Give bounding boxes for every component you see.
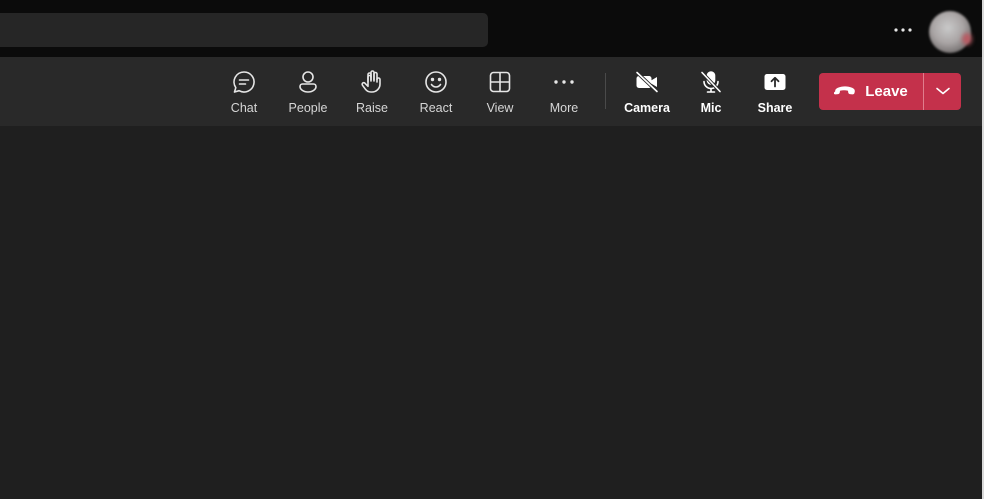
react-button[interactable]: React xyxy=(408,69,464,119)
ellipsis-icon[interactable] xyxy=(889,20,917,40)
people-label: People xyxy=(288,101,328,115)
share-label: Share xyxy=(757,101,793,115)
mic-label: Mic xyxy=(700,101,722,115)
leave-button-group: Leave xyxy=(819,73,961,110)
share-tray-icon xyxy=(762,69,788,95)
view-label: View xyxy=(486,101,514,115)
camera-label: Camera xyxy=(624,101,670,115)
grid-view-icon xyxy=(487,69,513,95)
react-label: React xyxy=(419,101,453,115)
chat-label: Chat xyxy=(230,101,258,115)
more-button[interactable]: More xyxy=(536,69,592,119)
share-button[interactable]: Share xyxy=(747,69,803,119)
raise-hand-button[interactable]: Raise xyxy=(344,69,400,119)
mic-toggle-button[interactable]: Mic xyxy=(683,69,739,119)
chat-icon xyxy=(231,69,257,95)
avatar-status-blur xyxy=(962,33,972,45)
search-input[interactable] xyxy=(0,13,488,47)
smiley-icon xyxy=(423,69,449,95)
ellipsis-icon xyxy=(551,69,577,95)
raise-hand-icon xyxy=(359,69,385,95)
meeting-toolbar: Chat People Raise React View More Camera… xyxy=(0,57,984,126)
toolbar-divider xyxy=(605,73,606,109)
people-icon xyxy=(295,69,321,95)
chevron-down-icon xyxy=(935,83,951,101)
leave-label: Leave xyxy=(865,83,908,100)
people-button[interactable]: People xyxy=(280,69,336,119)
view-button[interactable]: View xyxy=(472,69,528,119)
avatar[interactable] xyxy=(929,11,971,53)
meeting-window: Chat People Raise React View More Camera… xyxy=(0,0,984,499)
more-label: More xyxy=(549,101,579,115)
leave-button[interactable]: Leave xyxy=(819,73,923,110)
camera-toggle-button[interactable]: Camera xyxy=(619,69,675,119)
chat-button[interactable]: Chat xyxy=(216,69,272,119)
camera-off-icon xyxy=(634,69,660,95)
leave-options-dropdown[interactable] xyxy=(924,73,961,110)
meeting-stage xyxy=(0,126,984,499)
title-bar xyxy=(0,0,984,57)
raise-label: Raise xyxy=(356,101,388,115)
mic-off-icon xyxy=(698,69,724,95)
hang-up-phone-icon xyxy=(833,83,856,100)
